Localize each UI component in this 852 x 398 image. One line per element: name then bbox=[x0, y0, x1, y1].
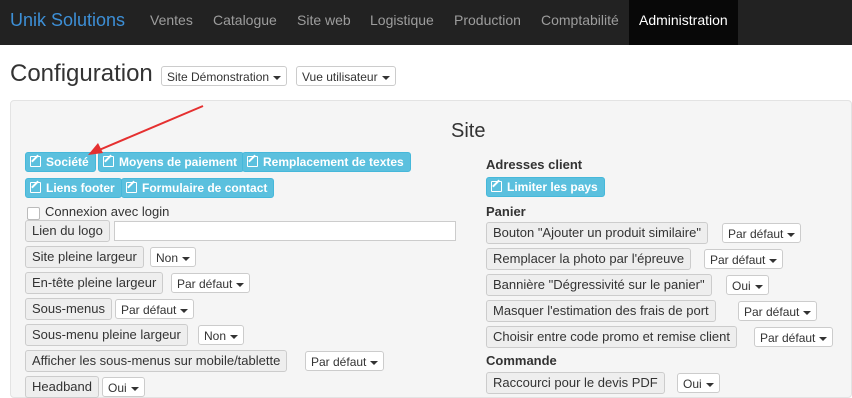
setting-label: Remplacer la photo par l'épreuve bbox=[486, 248, 692, 270]
chevron-down-icon bbox=[381, 75, 390, 80]
setting-label: Sous-menu pleine largeur bbox=[25, 324, 188, 346]
nav-logistique[interactable]: Logistique bbox=[370, 0, 434, 45]
page-title: Configuration bbox=[10, 60, 153, 87]
nav-catalogue[interactable]: Catalogue bbox=[213, 0, 277, 45]
moyens-paiement-button[interactable]: Moyens de paiement bbox=[98, 152, 245, 172]
select-value: Oui bbox=[732, 279, 751, 293]
banniere-degressivite-select[interactable]: Oui bbox=[726, 275, 769, 295]
chevron-down-icon bbox=[130, 386, 139, 391]
sous-menus-select[interactable]: Par défaut bbox=[115, 299, 195, 319]
limiter-pays-button-label: Limiter les pays bbox=[507, 180, 598, 194]
sous-menus-mobile-select[interactable]: Par défaut bbox=[305, 351, 385, 371]
chevron-down-icon bbox=[787, 232, 796, 237]
edit-icon bbox=[126, 182, 137, 193]
sous-menu-pleine-largeur-select[interactable]: Non bbox=[198, 325, 245, 345]
entete-pleine-largeur-select[interactable]: Par défaut bbox=[171, 273, 251, 293]
top-navbar: Unik Solutions Ventes Catalogue Site web… bbox=[0, 0, 852, 45]
chevron-down-icon bbox=[769, 258, 778, 263]
section-title: Site bbox=[451, 120, 486, 142]
edit-icon bbox=[491, 181, 502, 192]
nav-production[interactable]: Production bbox=[454, 0, 521, 45]
chevron-down-icon bbox=[273, 75, 282, 80]
chevron-down-icon bbox=[754, 284, 763, 289]
chevron-down-icon bbox=[180, 308, 189, 313]
chevron-down-icon bbox=[705, 382, 714, 387]
select-value: Par défaut bbox=[744, 305, 800, 319]
view-select[interactable]: Vue utilisateur bbox=[296, 66, 396, 86]
formulaire-contact-button[interactable]: Formulaire de contact bbox=[121, 178, 275, 198]
logo-link-input[interactable] bbox=[114, 221, 456, 241]
select-value: Par défaut bbox=[710, 253, 766, 267]
nav-comptabilite[interactable]: Comptabilité bbox=[541, 0, 619, 45]
connexion-login-checkbox[interactable] bbox=[27, 207, 40, 220]
select-value: Par défaut bbox=[760, 331, 816, 345]
logo-link-label: Lien du logo bbox=[25, 220, 110, 242]
site-select[interactable]: Site Démonstration bbox=[161, 66, 288, 86]
societe-button-label: Société bbox=[46, 155, 89, 169]
chevron-down-icon bbox=[230, 334, 239, 339]
brand-logo[interactable]: Unik Solutions bbox=[10, 10, 125, 31]
select-value: Par défaut bbox=[728, 227, 784, 241]
setting-label: Choisir entre code promo et remise clien… bbox=[486, 326, 737, 348]
select-value: Non bbox=[204, 329, 227, 343]
chevron-down-icon bbox=[819, 336, 828, 341]
nav-site-web[interactable]: Site web bbox=[297, 0, 351, 45]
view-select-value: Vue utilisateur bbox=[302, 70, 378, 84]
liens-footer-button[interactable]: Liens footer bbox=[25, 178, 122, 198]
code-promo-remise-select[interactable]: Par défaut bbox=[754, 327, 834, 347]
nav-administration[interactable]: Administration bbox=[629, 0, 738, 45]
remplacer-photo-select[interactable]: Par défaut bbox=[704, 249, 784, 269]
chevron-down-icon bbox=[370, 360, 379, 365]
edit-icon bbox=[103, 156, 114, 167]
setting-label: Bannière "Dégressivité sur le panier" bbox=[486, 274, 712, 296]
limiter-pays-button[interactable]: Limiter les pays bbox=[486, 177, 605, 197]
select-value: Par défaut bbox=[311, 355, 367, 369]
site-pleine-largeur-select[interactable]: Non bbox=[150, 247, 197, 267]
masquer-frais-port-select[interactable]: Par défaut bbox=[738, 301, 818, 321]
formulaire-contact-button-label: Formulaire de contact bbox=[142, 181, 268, 195]
select-value: Par défaut bbox=[177, 277, 233, 291]
liens-footer-button-label: Liens footer bbox=[46, 181, 115, 195]
setting-label: Bouton "Ajouter un produit similaire" bbox=[486, 222, 708, 244]
chevron-down-icon bbox=[803, 310, 812, 315]
moyens-paiement-button-label: Moyens de paiement bbox=[119, 155, 238, 169]
commande-heading: Commande bbox=[486, 353, 557, 368]
edit-icon bbox=[30, 182, 41, 193]
setting-label: Masquer l'estimation des frais de port bbox=[486, 300, 716, 322]
edit-icon bbox=[30, 156, 41, 167]
panier-heading: Panier bbox=[486, 204, 526, 219]
setting-label: Site pleine largeur bbox=[25, 246, 144, 268]
select-value: Oui bbox=[108, 381, 127, 395]
chevron-down-icon bbox=[236, 282, 245, 287]
setting-label: Raccourci pour le devis PDF bbox=[486, 372, 665, 394]
setting-label: Afficher les sous-menus sur mobile/table… bbox=[25, 350, 288, 372]
remplacement-textes-button[interactable]: Remplacement de textes bbox=[242, 152, 411, 172]
nav-ventes[interactable]: Ventes bbox=[150, 0, 193, 45]
setting-label: Headband bbox=[25, 376, 99, 398]
select-value: Par défaut bbox=[121, 303, 177, 317]
site-select-value: Site Démonstration bbox=[167, 70, 270, 84]
raccourci-devis-select[interactable]: Oui bbox=[677, 373, 720, 393]
headband-select[interactable]: Oui bbox=[102, 377, 145, 397]
bouton-produit-similaire-select[interactable]: Par défaut bbox=[722, 223, 802, 243]
adresses-client-heading: Adresses client bbox=[486, 157, 583, 172]
setting-label: Sous-menus bbox=[25, 298, 112, 320]
select-value: Non bbox=[156, 251, 179, 265]
connexion-login-label: Connexion avec login bbox=[45, 204, 170, 219]
remplacement-textes-button-label: Remplacement de textes bbox=[263, 155, 404, 169]
setting-label: En-tête pleine largeur bbox=[25, 272, 164, 294]
societe-button[interactable]: Société bbox=[25, 152, 96, 172]
edit-icon bbox=[247, 156, 258, 167]
chevron-down-icon bbox=[182, 256, 191, 261]
select-value: Oui bbox=[683, 377, 702, 391]
